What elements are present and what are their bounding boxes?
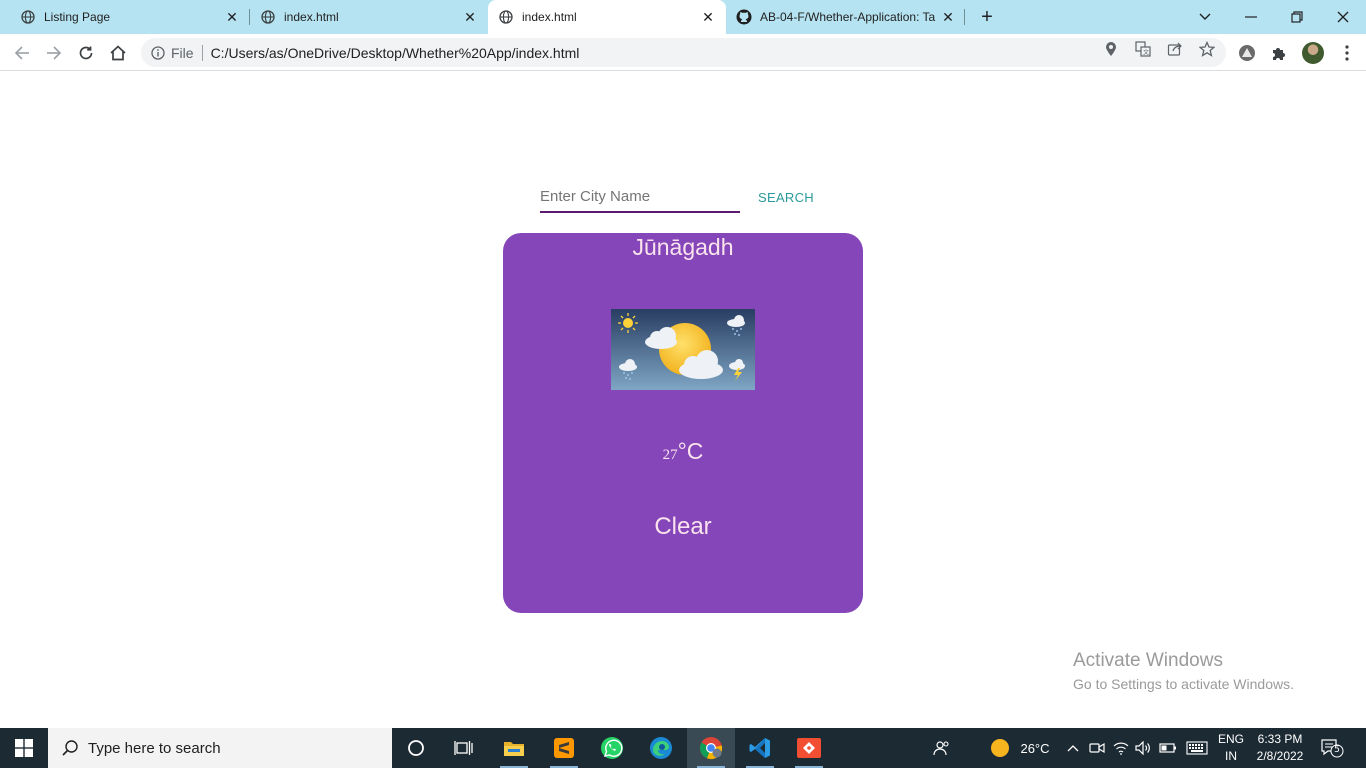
- share-icon[interactable]: [1167, 41, 1183, 57]
- tab-separator: [964, 9, 965, 25]
- language-code: ENG: [1217, 732, 1244, 746]
- tab-strip: Listing Page ✕ index.html ✕ index.html ✕…: [0, 0, 1366, 34]
- volume-icon[interactable]: [1134, 728, 1152, 768]
- tab-index-html-1[interactable]: index.html ✕: [240, 0, 488, 34]
- github-icon: [736, 9, 752, 25]
- tab-search-chevron-icon[interactable]: [1182, 0, 1228, 34]
- file-explorer-icon[interactable]: [490, 728, 538, 768]
- address-bar[interactable]: File C:/Users/as/OneDrive/Desktop/Whethe…: [141, 38, 1226, 67]
- tab-index-html-active[interactable]: index.html ✕: [488, 0, 726, 34]
- windows-taskbar: Type here to search 26°C ENG IN 6:33 PM …: [0, 728, 1366, 768]
- vscode-icon[interactable]: [736, 728, 784, 768]
- git-client-icon[interactable]: [785, 728, 833, 768]
- globe-icon: [498, 9, 514, 25]
- wifi-icon[interactable]: [1112, 728, 1130, 768]
- page-content: SEARCH Jūnāgadh: [0, 71, 1366, 728]
- tab-close-icon[interactable]: ✕: [940, 9, 956, 25]
- show-hidden-icons-chevron-icon[interactable]: [1064, 728, 1082, 768]
- tab-listing-page[interactable]: Listing Page ✕: [0, 0, 250, 34]
- info-icon[interactable]: [151, 45, 165, 60]
- tab-title: index.html: [522, 10, 577, 24]
- weather-card: Jūnāgadh 27°C Clear: [503, 233, 863, 613]
- extension-profile-icon[interactable]: [1238, 44, 1256, 62]
- profile-avatar[interactable]: [1302, 42, 1324, 64]
- location-pin-icon[interactable]: [1103, 41, 1119, 57]
- new-tab-plus-icon[interactable]: +: [976, 6, 998, 28]
- region-code: IN: [1225, 749, 1237, 763]
- file-scheme-label: File: [171, 44, 194, 61]
- kebab-menu-icon[interactable]: [1338, 44, 1356, 62]
- clock-date: 2/8/2022: [1256, 749, 1304, 763]
- city-name: Jūnāgadh: [632, 234, 734, 260]
- search-button[interactable]: SEARCH: [750, 186, 822, 208]
- touch-keyboard-icon[interactable]: [1184, 728, 1210, 768]
- input-language[interactable]: ENG IN: [1214, 731, 1248, 765]
- meet-now-icon[interactable]: [1088, 728, 1106, 768]
- taskbar-search-placeholder: Type here to search: [88, 739, 221, 757]
- close-window-icon[interactable]: [1320, 0, 1366, 34]
- sublime-text-icon[interactable]: [540, 728, 588, 768]
- temperature-display: 27°C: [503, 438, 863, 465]
- weather-description: Clear: [654, 513, 712, 540]
- browser-toolbar: File C:/Users/as/OneDrive/Desktop/Whethe…: [0, 34, 1366, 71]
- tab-close-icon[interactable]: ✕: [700, 9, 716, 25]
- temperature-value: 27: [662, 447, 678, 463]
- watermark-subtitle: Go to Settings to activate Windows.: [1073, 676, 1294, 692]
- temperature-unit: °C: [677, 438, 704, 464]
- svg-text:文: 文: [1143, 49, 1149, 57]
- battery-icon[interactable]: [1158, 728, 1178, 768]
- taskbar-weather-temp[interactable]: 26°C: [1016, 728, 1054, 768]
- taskbar-search-box[interactable]: Type here to search: [48, 728, 392, 768]
- divider: [201, 44, 203, 61]
- tab-close-icon[interactable]: ✕: [462, 9, 478, 25]
- clock-time: 6:33 PM: [1257, 732, 1303, 746]
- weather-image: [611, 309, 755, 390]
- globe-icon: [20, 9, 36, 25]
- notification-center-icon[interactable]: 5: [1320, 738, 1344, 758]
- restore-icon[interactable]: [1274, 0, 1320, 34]
- chrome-browser-icon[interactable]: [687, 728, 735, 768]
- search-icon: [60, 738, 80, 758]
- tab-close-icon[interactable]: ✕: [224, 9, 240, 25]
- task-view-icon[interactable]: [440, 728, 488, 768]
- notification-count: 5: [1334, 745, 1340, 755]
- url-text[interactable]: C:/Users/as/OneDrive/Desktop/Whether%20A…: [211, 45, 1226, 61]
- extensions-puzzle-icon[interactable]: [1270, 44, 1288, 62]
- reload-icon[interactable]: [73, 40, 99, 66]
- tab-title: Listing Page: [44, 10, 111, 24]
- windows-start-icon[interactable]: [0, 728, 48, 768]
- tab-github[interactable]: AB-04-F/Whether-Application: Ta ✕: [716, 0, 966, 34]
- city-search-input[interactable]: [540, 181, 740, 213]
- tab-title: index.html: [284, 10, 339, 24]
- watermark-title: Activate Windows: [1073, 650, 1223, 671]
- globe-icon: [260, 9, 276, 25]
- minimize-icon[interactable]: [1228, 0, 1274, 34]
- home-icon[interactable]: [105, 40, 131, 66]
- forward-arrow-icon[interactable]: [41, 40, 67, 66]
- weather-sun-icon[interactable]: [988, 728, 1012, 768]
- edge-browser-icon[interactable]: [637, 728, 685, 768]
- activate-windows-watermark: Activate Windows Go to Settings to activ…: [1073, 650, 1294, 692]
- whatsapp-icon[interactable]: [588, 728, 636, 768]
- tab-title: AB-04-F/Whether-Application: Ta: [760, 10, 936, 24]
- system-clock[interactable]: 6:33 PM 2/8/2022: [1252, 731, 1308, 765]
- translate-icon[interactable]: 文: [1135, 41, 1151, 57]
- back-arrow-icon[interactable]: [9, 40, 35, 66]
- people-icon[interactable]: [930, 728, 954, 768]
- cortana-icon[interactable]: [392, 728, 440, 768]
- bookmark-star-icon[interactable]: [1199, 41, 1215, 57]
